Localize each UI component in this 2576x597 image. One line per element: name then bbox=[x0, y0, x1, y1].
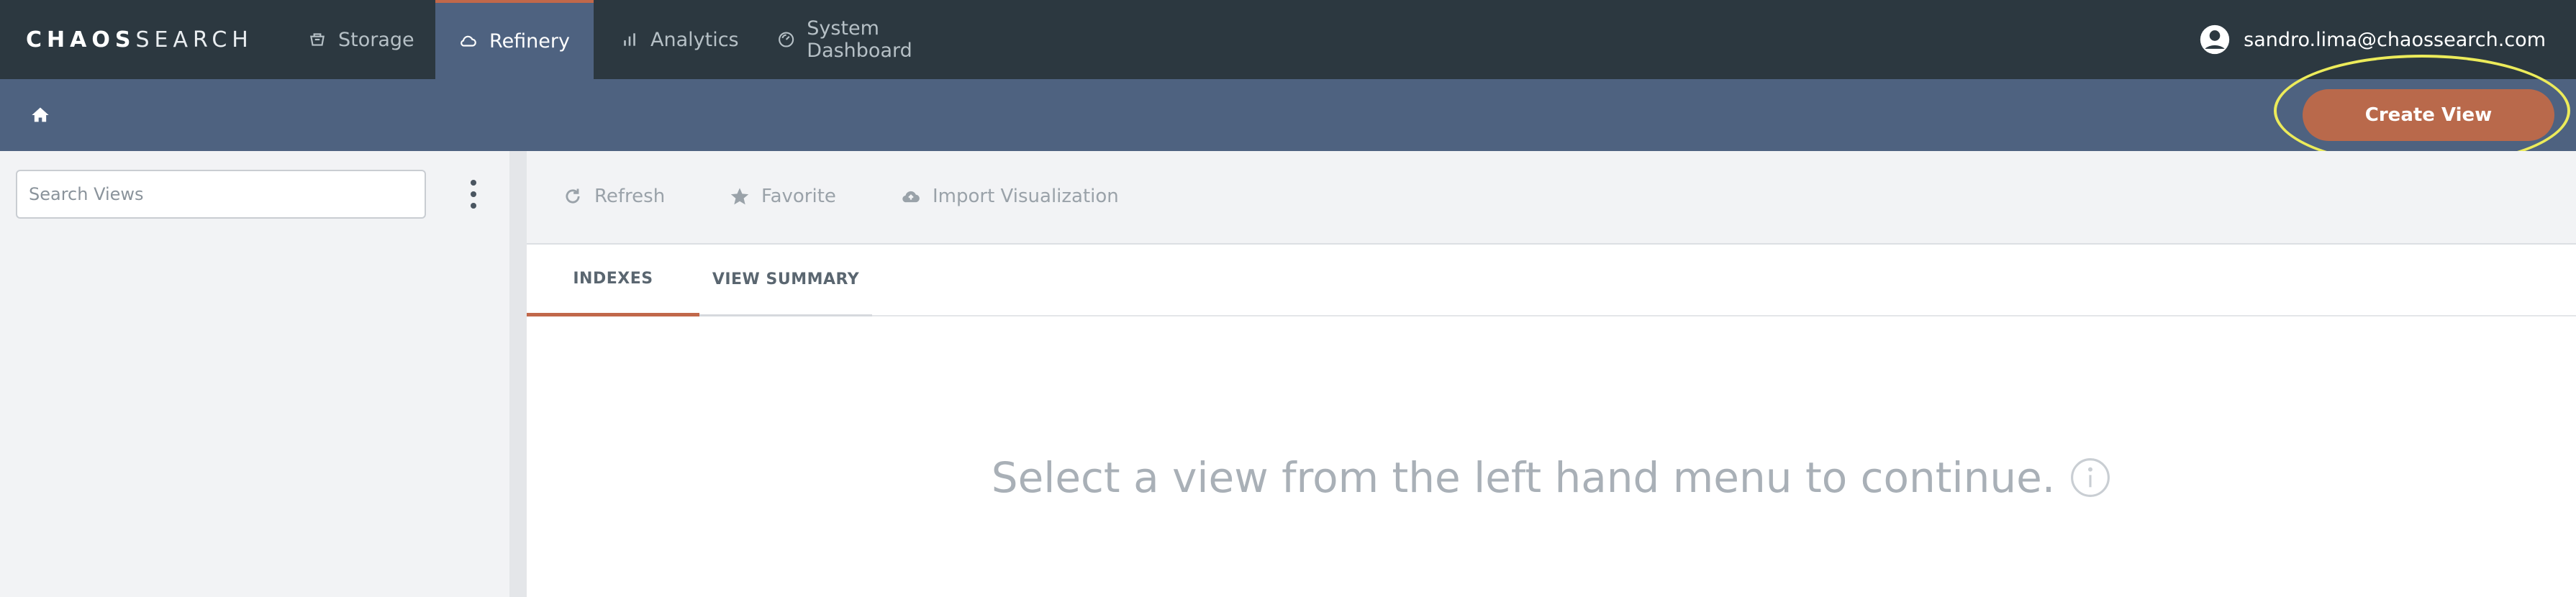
sidebar-divider[interactable] bbox=[509, 151, 527, 597]
sub-header-bar bbox=[0, 79, 2576, 151]
main-content-panel: INDEXES VIEW SUMMARY Select a view from … bbox=[527, 245, 2576, 597]
view-toolbar: Refresh Favorite Import Visualization bbox=[527, 151, 2576, 245]
logo-text-light: SEARCH bbox=[135, 27, 253, 53]
storage-icon bbox=[310, 33, 325, 46]
dashboard-icon bbox=[779, 32, 794, 47]
tab-view-summary[interactable]: VIEW SUMMARY bbox=[699, 245, 872, 316]
info-icon[interactable] bbox=[2069, 457, 2111, 498]
user-menu[interactable]: sandro.lima@chaossearch.com bbox=[2199, 0, 2546, 79]
nav-item-storage[interactable]: Storage bbox=[308, 0, 430, 79]
account-circle-icon bbox=[2200, 24, 2230, 55]
nav-item-refinery[interactable]: Refinery bbox=[435, 0, 594, 79]
nav-item-label: System Dashboard bbox=[807, 17, 912, 62]
nav-item-system-dashboard[interactable]: System Dashboard bbox=[777, 0, 986, 79]
home-icon[interactable] bbox=[30, 105, 50, 125]
star-icon bbox=[730, 188, 749, 205]
empty-state: Select a view from the left hand menu to… bbox=[527, 453, 2576, 502]
nav-item-label: Refinery bbox=[489, 29, 570, 53]
refresh-button[interactable]: Refresh bbox=[563, 186, 665, 207]
search-views-input[interactable] bbox=[16, 170, 426, 219]
refresh-icon bbox=[566, 188, 580, 204]
tab-bar: INDEXES VIEW SUMMARY bbox=[527, 245, 2576, 316]
user-email: sandro.lima@chaossearch.com bbox=[2244, 28, 2546, 51]
nav-item-analytics[interactable]: Analytics bbox=[620, 0, 746, 79]
bar-chart-icon bbox=[624, 33, 635, 46]
top-navigation-bar: CHAOSSEARCH Storage Refinery Analytics S… bbox=[0, 0, 2576, 79]
nav-item-label: Analytics bbox=[650, 28, 739, 51]
logo-text-bold: CHAOS bbox=[26, 27, 136, 53]
nav-item-label: Storage bbox=[338, 28, 414, 51]
refresh-label: Refresh bbox=[594, 186, 666, 207]
cloud-icon bbox=[461, 35, 476, 47]
favorite-label: Favorite bbox=[761, 186, 836, 207]
cloud-upload-icon bbox=[902, 191, 920, 203]
empty-state-message: Select a view from the left hand menu to… bbox=[991, 453, 2056, 502]
import-visualization-label: Import Visualization bbox=[933, 186, 1119, 207]
create-view-button[interactable]: Create View bbox=[2303, 89, 2554, 141]
chaossearch-logo[interactable]: CHAOSSEARCH bbox=[26, 27, 253, 53]
favorite-button[interactable]: Favorite bbox=[730, 186, 836, 207]
tab-indexes[interactable]: INDEXES bbox=[527, 245, 699, 316]
kebab-menu-icon[interactable] bbox=[466, 180, 481, 209]
import-visualization-button[interactable]: Import Visualization bbox=[901, 186, 1119, 207]
